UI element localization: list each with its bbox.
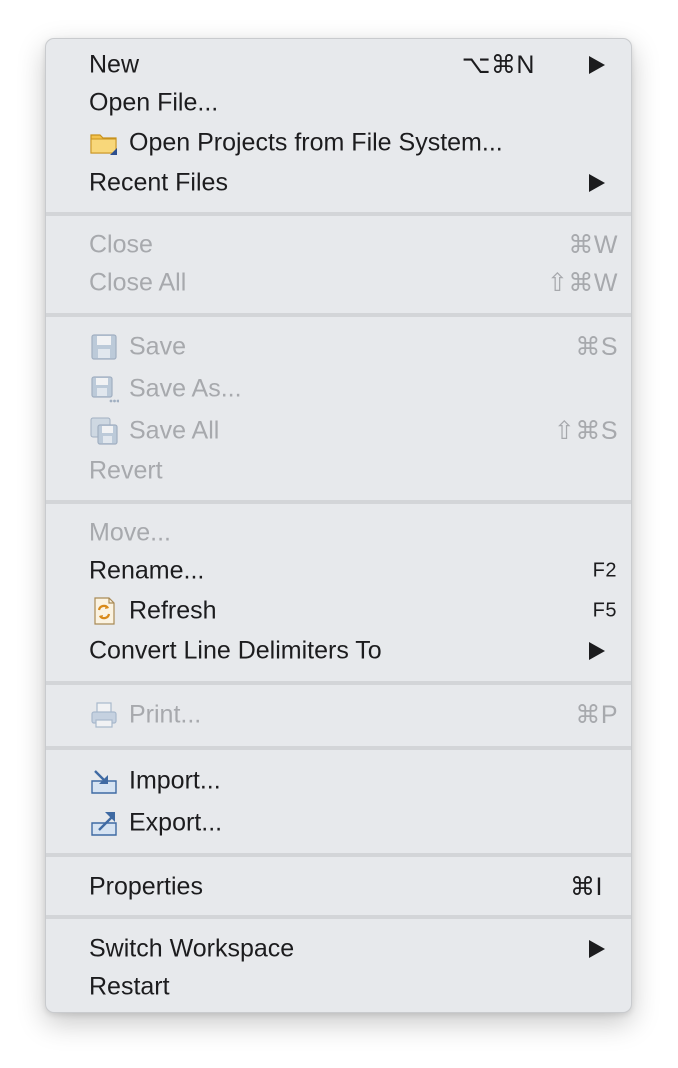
menu-item-close[interactable]: Close ⌘W: [46, 226, 631, 264]
menu-item-properties[interactable]: Properties ⌘I: [46, 868, 631, 906]
save-icon: [91, 334, 117, 360]
menu-item-refresh[interactable]: Refresh F5: [46, 592, 631, 630]
menu-item-label: Export...: [129, 808, 223, 837]
menu-item-revert[interactable]: Revert: [46, 452, 631, 490]
save-all-icon: [90, 417, 118, 445]
menu-item-new[interactable]: New ⌥⌘N: [46, 46, 631, 84]
menu-item-save-all[interactable]: Save All ⇧⌘S: [46, 412, 631, 450]
menu-item-label: Save All: [129, 416, 220, 445]
menu-item-label: Restart: [89, 972, 170, 1001]
submenu-arrow-icon: [589, 174, 605, 192]
menu-item-restart[interactable]: Restart: [46, 968, 631, 1006]
menu-item-shortcut: ⇧⌘W: [546, 269, 618, 297]
menu-item-label: Refresh: [129, 596, 217, 625]
menu-separator: [46, 746, 631, 750]
menu-item-label: Close All: [89, 268, 187, 297]
printer-icon: [91, 702, 117, 728]
menu-item-label: Properties: [89, 872, 203, 901]
refresh-icon: [94, 597, 115, 625]
menu-item-shortcut: ⌘I: [570, 873, 603, 901]
menu-item-save-as[interactable]: Save As...: [46, 370, 631, 408]
menu-item-label: New: [89, 50, 140, 79]
submenu-arrow-icon: [589, 56, 605, 74]
menu-item-move[interactable]: Move...: [46, 514, 631, 552]
menu-item-shortcut: ⌘S: [575, 333, 618, 361]
menu-item-open-file[interactable]: Open File...: [46, 84, 631, 122]
menu-separator: [46, 313, 631, 317]
export-icon: [91, 812, 117, 836]
menu-item-shortcut: F5: [592, 599, 617, 622]
menu-separator: [46, 500, 631, 504]
save-as-icon: [91, 376, 119, 403]
menu-item-convert-line-delimiters[interactable]: Convert Line Delimiters To: [46, 632, 631, 670]
menu-item-recent-files[interactable]: Recent Files: [46, 164, 631, 202]
menu-item-label: Rename...: [89, 556, 205, 585]
menu-item-export[interactable]: Export...: [46, 804, 631, 842]
menu-item-close-all[interactable]: Close All ⇧⌘W: [46, 264, 631, 302]
import-icon: [91, 770, 117, 794]
menu-item-label: Switch Workspace: [89, 934, 295, 963]
submenu-arrow-icon: [589, 642, 605, 660]
menu-item-label: Recent Files: [89, 168, 228, 197]
file-menu: New ⌥⌘N Open File... Open Projects from …: [45, 38, 632, 1013]
menu-item-save[interactable]: Save ⌘S: [46, 328, 631, 366]
menu-item-label: Open File...: [89, 88, 219, 117]
menu-item-label: Import...: [129, 766, 221, 795]
folder-icon: [90, 134, 117, 155]
menu-separator: [46, 915, 631, 919]
menu-item-rename[interactable]: Rename... F2: [46, 552, 631, 590]
menu-item-shortcut: ⌥⌘N: [461, 51, 535, 79]
menu-item-label: Revert: [89, 456, 163, 485]
menu-separator: [46, 853, 631, 857]
menu-item-label: Move...: [89, 518, 171, 547]
menu-item-open-projects[interactable]: Open Projects from File System...: [46, 124, 631, 162]
menu-item-label: Save: [129, 332, 186, 361]
menu-item-label: Save As...: [129, 374, 242, 403]
menu-item-print[interactable]: Print... ⌘P: [46, 696, 631, 734]
menu-separator: [46, 681, 631, 685]
menu-item-label: Close: [89, 230, 153, 259]
menu-separator: [46, 212, 631, 216]
menu-item-shortcut: F2: [592, 559, 617, 582]
menu-item-shortcut: ⌘W: [568, 231, 618, 259]
menu-item-shortcut: ⇧⌘S: [553, 417, 618, 445]
menu-item-label: Open Projects from File System...: [129, 128, 503, 157]
submenu-arrow-icon: [589, 940, 605, 958]
menu-item-import[interactable]: Import...: [46, 762, 631, 800]
menu-item-switch-workspace[interactable]: Switch Workspace: [46, 930, 631, 968]
menu-item-label: Convert Line Delimiters To: [89, 636, 382, 665]
menu-item-label: Print...: [129, 700, 202, 729]
menu-item-shortcut: ⌘P: [575, 701, 618, 729]
